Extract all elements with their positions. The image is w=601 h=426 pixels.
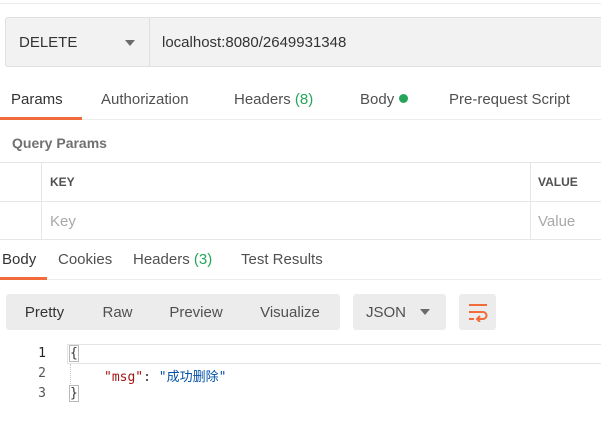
key-header-label: KEY (50, 175, 75, 189)
line-number: 1 (38, 346, 46, 361)
code-line: { (69, 345, 79, 362)
query-params-table: KEY VALUE Key Value (0, 162, 601, 240)
line-number: 2 (38, 366, 46, 381)
close-brace: } (69, 385, 79, 402)
value-placeholder: Value (538, 212, 576, 230)
tab-response-body[interactable]: Body (2, 251, 36, 268)
chevron-down-icon (420, 309, 430, 315)
tab-response-headers-label: Headers (133, 251, 190, 268)
response-tabs: Body Cookies Headers (3) Test Results (0, 240, 601, 280)
request-tabs: Params Authorization Headers (8) Body Pr… (0, 82, 601, 120)
json-string-value: "成功删除" (158, 370, 227, 385)
view-pretty-button[interactable]: Pretty (6, 294, 83, 330)
active-tab-indicator (0, 117, 82, 120)
view-preview-button[interactable]: Preview (152, 294, 240, 330)
url-input[interactable]: localhost:8080/2649931348 (149, 17, 601, 67)
view-visualize-button[interactable]: Visualize (240, 294, 340, 330)
tab-test-results[interactable]: Test Results (241, 251, 323, 268)
tab-body-label: Body (360, 91, 395, 108)
tab-body[interactable]: Body (360, 91, 409, 108)
headers-count: (8) (294, 91, 314, 108)
tab-prerequest-script[interactable]: Pre-request Script (449, 91, 570, 108)
tab-headers-label: Headers (234, 91, 291, 108)
json-key: "msg" (104, 370, 144, 385)
code-line: "msg": "成功删除" (104, 366, 226, 385)
window-top-border (0, 0, 601, 4)
json-colon: : (143, 370, 159, 385)
indent-guide (70, 364, 71, 384)
checkbox-column-header (0, 163, 42, 201)
response-body-editor[interactable]: 1 2 3 { "msg": "成功删除" } (0, 340, 601, 410)
view-raw-button[interactable]: Raw (83, 294, 152, 330)
request-url-bar: DELETE localhost:8080/2649931348 (5, 17, 601, 67)
row-checkbox-cell (0, 202, 42, 240)
method-label: DELETE (19, 33, 78, 51)
wrap-lines-button[interactable] (459, 294, 496, 330)
tab-cookies[interactable]: Cookies (58, 251, 112, 268)
wrap-lines-icon (468, 304, 487, 322)
view-mode-group: Pretty Raw Preview Visualize (6, 294, 340, 330)
method-select[interactable]: DELETE (5, 17, 149, 67)
value-input[interactable]: Value (531, 202, 601, 240)
value-column-header: VALUE (531, 163, 601, 201)
url-text: localhost:8080/2649931348 (162, 33, 347, 51)
format-select[interactable]: JSON (353, 294, 446, 330)
tab-params[interactable]: Params (11, 91, 63, 108)
body-indicator-dot (399, 94, 409, 103)
value-header-label: VALUE (538, 175, 578, 189)
tab-authorization[interactable]: Authorization (101, 91, 189, 108)
code-line: } (69, 385, 79, 402)
line-number: 3 (38, 386, 46, 401)
active-response-tab-indicator (0, 277, 47, 280)
key-input[interactable]: Key (42, 202, 531, 240)
key-placeholder: Key (50, 212, 76, 230)
table-header-row: KEY VALUE (0, 163, 601, 202)
tab-headers[interactable]: Headers (8) (234, 91, 313, 108)
key-column-header: KEY (42, 163, 531, 201)
open-brace: { (69, 345, 79, 362)
query-params-title: Query Params (12, 135, 107, 151)
response-headers-count: (3) (193, 251, 213, 268)
chevron-down-icon (125, 40, 135, 46)
current-line-highlight (67, 344, 601, 364)
table-row: Key Value (0, 202, 601, 241)
format-label: JSON (366, 303, 407, 321)
tab-response-headers[interactable]: Headers (3) (133, 251, 212, 268)
